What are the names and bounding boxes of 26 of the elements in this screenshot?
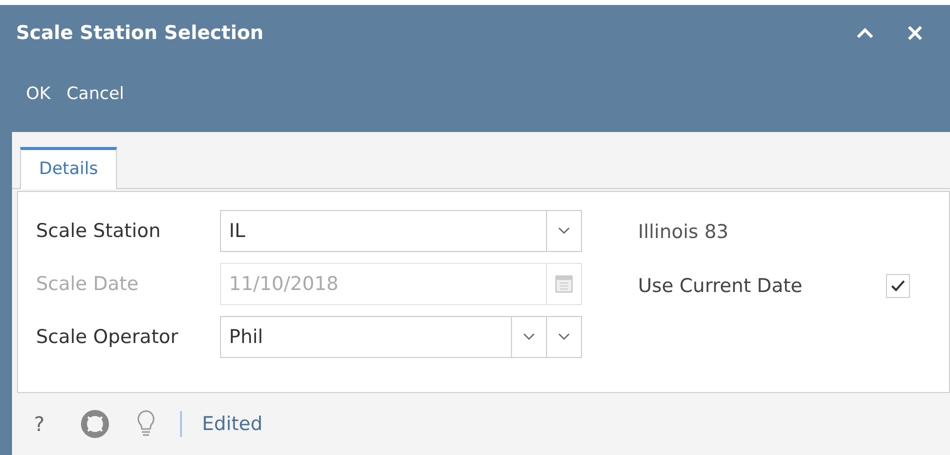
checkbox-label: Use Current Date xyxy=(638,274,804,298)
lightbulb-icon[interactable] xyxy=(136,409,156,439)
checkmark-icon xyxy=(890,278,906,293)
use-current-date-checkbox[interactable] xyxy=(886,274,910,298)
chevron-down-icon xyxy=(558,227,570,235)
tab[interactable]: Details xyxy=(20,147,117,189)
field-value: IL xyxy=(228,218,246,244)
field-label: Scale Station xyxy=(36,218,162,244)
status-text: Edited xyxy=(202,412,263,437)
chevron-down-icon xyxy=(558,333,570,341)
calendar-icon xyxy=(555,275,573,293)
chevron-up-icon xyxy=(856,27,874,40)
station-name: Illinois 83 xyxy=(638,220,730,245)
close-icon xyxy=(907,25,923,42)
chevron-down-icon xyxy=(523,333,535,341)
combo-field[interactable]: IL xyxy=(220,210,582,252)
toolbar-button[interactable]: OK xyxy=(20,78,57,112)
window-title: Scale Station Selection xyxy=(16,20,265,46)
field-value: 11/10/2018 xyxy=(228,272,340,297)
combo-field[interactable]: Phil xyxy=(220,316,582,358)
field-label: Scale Operator xyxy=(36,324,180,350)
toolbar-button[interactable]: Cancel xyxy=(60,78,130,112)
help-icon[interactable]: ? xyxy=(34,409,54,439)
lifebuoy-icon[interactable] xyxy=(80,409,110,439)
field-value: Phil xyxy=(228,324,264,350)
field-label: Scale Date xyxy=(36,272,140,297)
